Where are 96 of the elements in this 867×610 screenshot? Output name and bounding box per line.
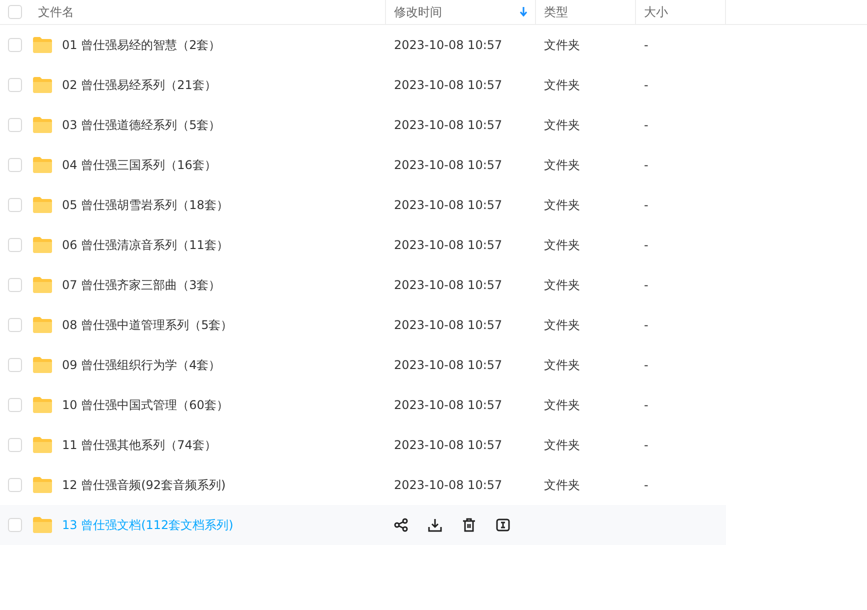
row-checkbox[interactable] <box>8 358 22 372</box>
file-size: - <box>644 158 648 172</box>
file-type: 文件夹 <box>544 356 580 374</box>
download-icon[interactable] <box>428 518 442 532</box>
rename-icon[interactable] <box>496 518 510 532</box>
file-row[interactable]: 11 曾仕强其他系列（74套） 2023-10-08 10:57 文件夹 - <box>0 425 726 465</box>
row-checkbox[interactable] <box>8 318 22 332</box>
file-type: 文件夹 <box>544 476 580 494</box>
file-size: - <box>644 238 648 252</box>
file-row[interactable]: 06 曾仕强清凉音系列（11套） 2023-10-08 10:57 文件夹 - <box>0 225 726 265</box>
file-name[interactable]: 09 曾仕强组织行为学（4套） <box>62 356 221 374</box>
modified-time: 2023-10-08 10:57 <box>394 438 502 452</box>
folder-icon <box>32 396 53 414</box>
row-checkbox[interactable] <box>8 518 22 532</box>
file-row[interactable]: 07 曾仕强齐家三部曲（3套） 2023-10-08 10:57 文件夹 - <box>0 265 726 305</box>
folder-icon <box>32 116 53 134</box>
folder-icon <box>32 476 53 494</box>
file-row[interactable]: 08 曾仕强中道管理系列（5套） 2023-10-08 10:57 文件夹 - <box>0 305 726 345</box>
folder-icon <box>32 356 53 374</box>
folder-icon <box>32 36 53 54</box>
file-type: 文件夹 <box>544 396 580 414</box>
modified-time: 2023-10-08 10:57 <box>394 158 502 172</box>
file-type: 文件夹 <box>544 116 580 134</box>
modified-time: 2023-10-08 10:57 <box>394 78 502 92</box>
file-type: 文件夹 <box>544 236 580 254</box>
file-size: - <box>644 118 648 132</box>
file-type: 文件夹 <box>544 436 580 454</box>
file-row[interactable]: 03 曾仕强道德经系列（5套） 2023-10-08 10:57 文件夹 - <box>0 105 726 145</box>
column-header[interactable]: 修改时间 <box>386 0 536 24</box>
row-checkbox[interactable] <box>8 278 22 292</box>
file-name[interactable]: 08 曾仕强中道管理系列（5套） <box>62 316 233 334</box>
row-checkbox[interactable] <box>8 398 22 412</box>
file-name[interactable]: 01 曾仕强易经的智慧（2套） <box>62 36 221 54</box>
row-checkbox[interactable] <box>8 238 22 252</box>
file-name[interactable]: 05 曾仕强胡雪岩系列（18套） <box>62 196 228 214</box>
row-checkbox[interactable] <box>8 78 22 92</box>
file-row[interactable]: 09 曾仕强组织行为学（4套） 2023-10-08 10:57 文件夹 - <box>0 345 726 385</box>
file-name[interactable]: 04 曾仕强三国系列（16套） <box>62 156 216 174</box>
folder-icon <box>32 276 53 294</box>
file-row[interactable]: 12 曾仕强音频(92套音频系列) 2023-10-08 10:57 文件夹 - <box>0 465 726 505</box>
file-name[interactable]: 03 曾仕强道德经系列（5套） <box>62 116 221 134</box>
file-type: 文件夹 <box>544 36 580 54</box>
file-size: - <box>644 358 648 372</box>
modified-time: 2023-10-08 10:57 <box>394 238 502 252</box>
row-checkbox[interactable] <box>8 118 22 132</box>
row-checkbox[interactable] <box>8 438 22 452</box>
select-all-checkbox[interactable] <box>8 5 22 19</box>
modified-time: 2023-10-08 10:57 <box>394 358 502 372</box>
file-name[interactable]: 02 曾仕强易经系列（21套） <box>62 76 216 94</box>
share-icon[interactable] <box>394 518 408 532</box>
modified-time: 2023-10-08 10:57 <box>394 118 502 132</box>
file-row[interactable]: 10 曾仕强中国式管理（60套） 2023-10-08 10:57 文件夹 - <box>0 385 726 425</box>
row-checkbox[interactable] <box>8 478 22 492</box>
file-row[interactable]: 01 曾仕强易经的智慧（2套） 2023-10-08 10:57 文件夹 - <box>0 25 726 65</box>
file-type: 文件夹 <box>544 276 580 294</box>
column-header[interactable]: 类型 <box>536 0 636 24</box>
folder-icon <box>32 196 53 214</box>
row-checkbox[interactable] <box>8 198 22 212</box>
sort-arrow-icon <box>520 7 527 17</box>
file-type: 文件夹 <box>544 76 580 94</box>
column-header[interactable]: 大小 <box>636 0 726 24</box>
file-size: - <box>644 438 648 452</box>
delete-icon[interactable] <box>462 518 476 532</box>
modified-time: 2023-10-08 10:57 <box>394 478 502 492</box>
folder-icon <box>32 516 53 534</box>
folder-icon <box>32 316 53 334</box>
modified-time: 2023-10-08 10:57 <box>394 38 502 52</box>
folder-icon <box>32 236 53 254</box>
file-row[interactable]: 02 曾仕强易经系列（21套） 2023-10-08 10:57 文件夹 - <box>0 65 726 105</box>
file-row[interactable]: 05 曾仕强胡雪岩系列（18套） 2023-10-08 10:57 文件夹 - <box>0 185 726 225</box>
folder-icon <box>32 436 53 454</box>
file-name[interactable]: 12 曾仕强音频(92套音频系列) <box>62 476 226 494</box>
file-size: - <box>644 198 648 212</box>
folder-icon <box>32 76 53 94</box>
modified-time: 2023-10-08 10:57 <box>394 198 502 212</box>
column-header[interactable]: 文件名 <box>30 0 386 24</box>
file-size: - <box>644 278 648 292</box>
file-type: 文件夹 <box>544 316 580 334</box>
file-size: - <box>644 478 648 492</box>
modified-time: 2023-10-08 10:57 <box>394 398 502 412</box>
file-row[interactable]: 04 曾仕强三国系列（16套） 2023-10-08 10:57 文件夹 - <box>0 145 726 185</box>
file-size: - <box>644 398 648 412</box>
folder-icon <box>32 156 53 174</box>
file-size: - <box>644 318 648 332</box>
file-type: 文件夹 <box>544 196 580 214</box>
file-size: - <box>644 78 648 92</box>
row-checkbox[interactable] <box>8 158 22 172</box>
file-size: - <box>644 38 648 52</box>
file-name[interactable]: 06 曾仕强清凉音系列（11套） <box>62 236 228 254</box>
row-checkbox[interactable] <box>8 38 22 52</box>
file-name[interactable]: 11 曾仕强其他系列（74套） <box>62 436 216 454</box>
modified-time: 2023-10-08 10:57 <box>394 278 502 292</box>
file-name[interactable]: 10 曾仕强中国式管理（60套） <box>62 396 228 414</box>
file-type: 文件夹 <box>544 156 580 174</box>
file-name[interactable]: 07 曾仕强齐家三部曲（3套） <box>62 276 221 294</box>
modified-time: 2023-10-08 10:57 <box>394 318 502 332</box>
